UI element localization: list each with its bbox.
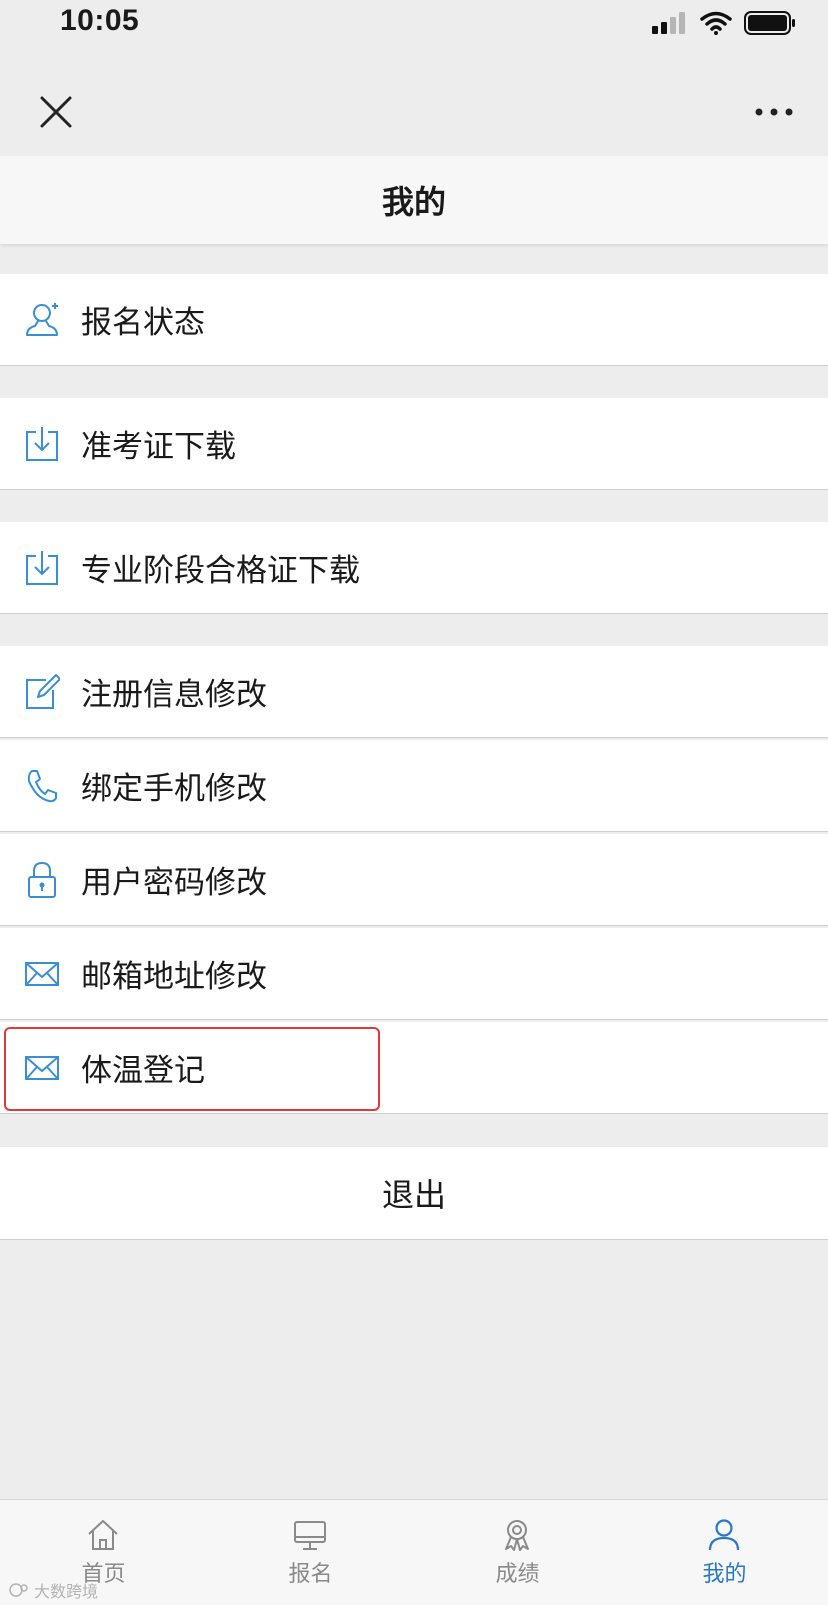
tab-label: 报名	[288, 1562, 333, 1587]
home-icon	[88, 1520, 118, 1550]
award-icon	[505, 1520, 529, 1551]
download-icon	[26, 427, 58, 461]
close-icon[interactable]	[36, 92, 76, 132]
watermark-logo-icon	[9, 1583, 28, 1597]
signal-icon	[652, 12, 685, 34]
menu-item-registration-status[interactable]: 报名状态	[0, 274, 828, 366]
lock-icon	[28, 861, 56, 898]
menu-item-certificate-download[interactable]: 专业阶段合格证下载	[0, 522, 828, 614]
tab-register[interactable]: 报名	[207, 1500, 414, 1605]
menu-item-label: 专业阶段合格证下载	[81, 553, 360, 589]
logout-label: 退出	[381, 1176, 446, 1214]
status-bar: 10:05	[0, 0, 828, 50]
menu-item-edit-email[interactable]: 邮箱地址修改	[0, 928, 828, 1020]
page-header: 我的	[0, 156, 828, 244]
tab-bar: 首页 报名 成绩 我的	[0, 1499, 828, 1605]
menu-item-label: 用户密码修改	[81, 865, 267, 901]
menu-item-label: 报名状态	[81, 305, 205, 341]
menu-item-admission-ticket-download[interactable]: 准考证下载	[0, 398, 828, 490]
menu-item-label: 准考证下载	[81, 429, 236, 465]
menu-item-label: 邮箱地址修改	[81, 959, 267, 995]
menu-item-label: 注册信息修改	[81, 677, 267, 713]
watermark: 大数跨境	[8, 1578, 98, 1602]
status-time: 10:05	[60, 4, 140, 37]
wifi-icon	[700, 11, 732, 35]
tab-label: 成绩	[495, 1562, 540, 1587]
menu-item-edit-password[interactable]: 用户密码修改	[0, 834, 828, 926]
menu-item-edit-registration[interactable]: 注册信息修改	[0, 646, 828, 738]
phone-icon	[27, 770, 57, 803]
page-title: 我的	[381, 183, 446, 221]
edit-icon	[26, 674, 60, 709]
monitor-icon	[294, 1521, 326, 1550]
more-icon[interactable]	[754, 102, 794, 122]
user-icon	[26, 303, 58, 336]
highlight-box	[4, 1027, 380, 1111]
tab-label: 我的	[702, 1562, 747, 1587]
menu-item-edit-phone[interactable]: 绑定手机修改	[0, 740, 828, 832]
menu-item-label: 绑定手机修改	[81, 771, 267, 807]
battery-icon	[744, 11, 795, 35]
nav-bar	[0, 50, 828, 156]
download-icon	[26, 551, 58, 585]
tab-mine[interactable]: 我的	[621, 1500, 828, 1605]
status-icons	[652, 10, 796, 36]
tab-scores[interactable]: 成绩	[414, 1500, 621, 1605]
logout-button[interactable]: 退出	[0, 1147, 828, 1240]
mail-icon	[25, 962, 59, 986]
person-icon	[708, 1519, 740, 1551]
watermark-text: 大数跨境	[34, 1582, 99, 1601]
